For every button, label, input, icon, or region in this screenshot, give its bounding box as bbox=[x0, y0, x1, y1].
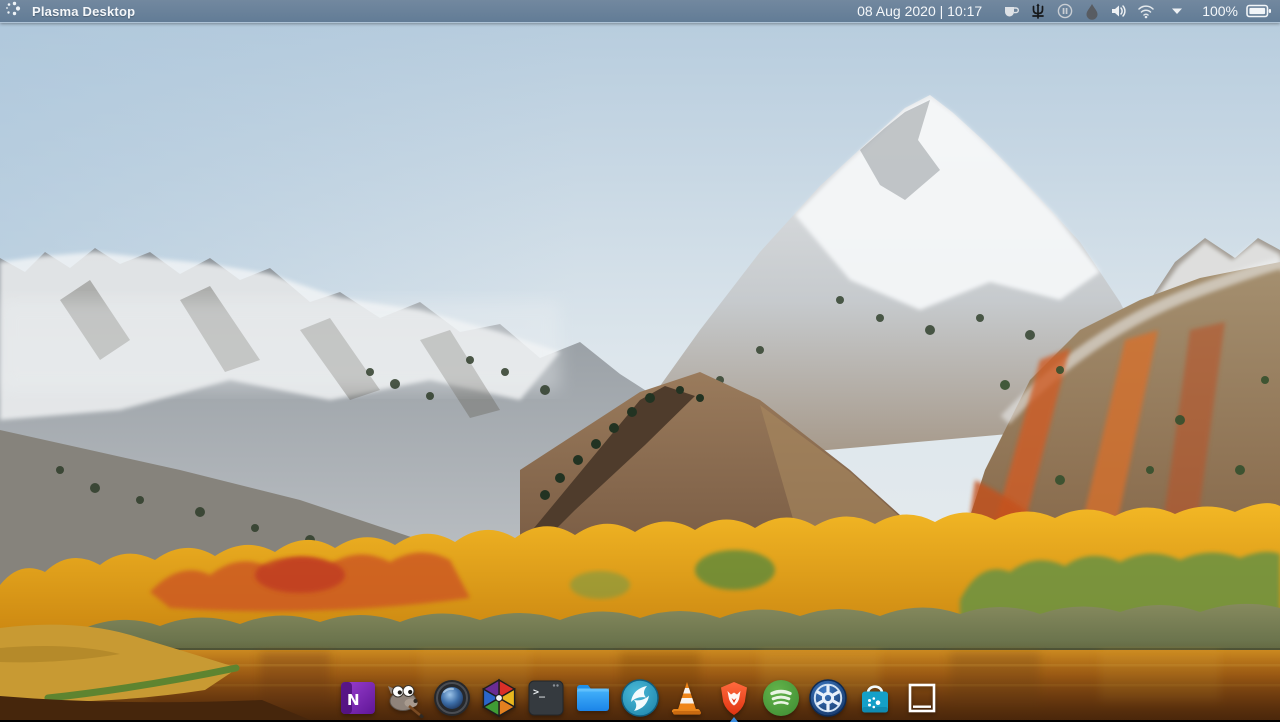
trident-icon[interactable] bbox=[1029, 2, 1047, 20]
onenote-letter: N bbox=[347, 691, 360, 709]
app-launcher-button[interactable] bbox=[0, 0, 26, 22]
top-panel: Plasma Desktop 08 Aug 2020 | 10:17 100% bbox=[0, 0, 1280, 23]
dock-item-terminal[interactable]: >_ bbox=[526, 678, 566, 718]
desktop-wallpaper bbox=[0, 0, 1280, 720]
dock-item-falkon[interactable] bbox=[620, 678, 660, 718]
battery-full-icon[interactable] bbox=[1246, 2, 1272, 20]
active-window-title: Plasma Desktop bbox=[32, 3, 136, 19]
dock-item-color-shutter[interactable] bbox=[479, 678, 519, 718]
terminal-prompt: >_ bbox=[533, 687, 546, 698]
pause-circle-icon[interactable] bbox=[1056, 2, 1074, 20]
dock-item-window-outline[interactable] bbox=[902, 678, 942, 718]
dock-item-folder[interactable] bbox=[573, 678, 613, 718]
wifi-icon[interactable] bbox=[1137, 2, 1155, 20]
battery-percent: 100% bbox=[1202, 3, 1238, 19]
dock-item-camera-lens[interactable] bbox=[432, 678, 472, 718]
plasma-dots-logo-icon bbox=[4, 0, 22, 23]
coffee-cup-icon[interactable] bbox=[1002, 2, 1020, 20]
clock[interactable]: 08 Aug 2020 | 10:17 bbox=[857, 3, 982, 19]
dock-item-system-settings[interactable] bbox=[808, 678, 848, 718]
dock-item-onenote[interactable]: N bbox=[338, 678, 378, 718]
dock-item-brave[interactable] bbox=[714, 678, 754, 722]
dock-item-vlc[interactable] bbox=[667, 678, 707, 718]
dock-item-spotify[interactable] bbox=[761, 678, 801, 718]
dock-item-gimp[interactable] bbox=[385, 678, 425, 718]
chevron-down-icon[interactable] bbox=[1168, 2, 1186, 20]
system-tray bbox=[1002, 2, 1186, 20]
dock: N >_ bbox=[338, 678, 942, 722]
water-drop-icon[interactable] bbox=[1083, 2, 1101, 20]
dock-item-discover[interactable] bbox=[855, 678, 895, 718]
volume-icon[interactable] bbox=[1110, 2, 1128, 20]
